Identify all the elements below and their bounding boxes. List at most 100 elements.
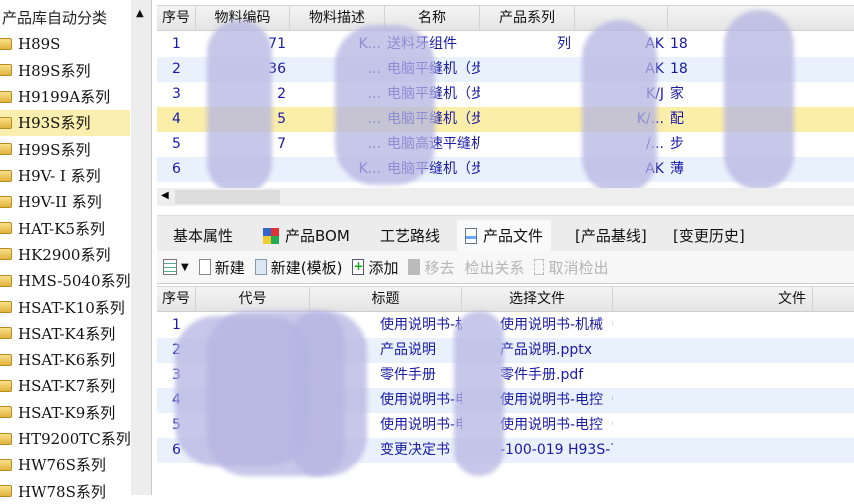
tree-item-label: HMS-5040系列 bbox=[18, 272, 131, 291]
table-cell: 3 bbox=[172, 86, 181, 102]
tree-item-label: HSAT-K9系列 bbox=[18, 403, 116, 422]
folder-icon bbox=[0, 143, 12, 156]
tab-1[interactable]: 产品BOM bbox=[255, 220, 358, 252]
table-cell bbox=[480, 57, 575, 82]
tree-item-label: HT9200TC系列 bbox=[18, 430, 131, 448]
tab-4[interactable]: [产品基线] bbox=[567, 220, 655, 252]
tree-item-label: HSAT-K4系列 bbox=[18, 324, 116, 343]
tree-item[interactable]: HK2900系列 bbox=[0, 241, 130, 267]
tree-item[interactable]: HW78S系列 bbox=[0, 478, 130, 504]
tree-item[interactable]: HAT-K5系列 bbox=[0, 215, 130, 241]
tab-bar: 基本属性 产品BOM 工艺路线 产品文件 [产品基线] [变更历史] bbox=[157, 215, 854, 252]
column-header[interactable]: 序号 bbox=[157, 287, 196, 312]
material-grid: 序号物料编码物料描述名称产品系列 171K...送料牙组件列AK18236...… bbox=[157, 0, 854, 195]
folder-icon bbox=[0, 64, 12, 77]
tree-item[interactable]: H9V-II 系列 bbox=[0, 189, 130, 215]
tree-item[interactable]: HMS-5040系列 bbox=[0, 268, 131, 294]
column-header[interactable]: 选择文件 bbox=[462, 287, 613, 312]
tab-label: 基本属性 bbox=[173, 227, 234, 245]
document-icon bbox=[198, 259, 211, 275]
tree-item[interactable]: HW76S系列 bbox=[0, 452, 130, 478]
table-cell: 5 bbox=[172, 136, 181, 152]
folder-icon bbox=[0, 90, 12, 103]
remove-label: 移去 bbox=[424, 258, 455, 277]
folder-icon bbox=[0, 222, 12, 235]
tree-item[interactable]: H99S系列 bbox=[0, 136, 130, 162]
add-document-icon: + bbox=[352, 259, 365, 275]
table-cell bbox=[480, 132, 575, 157]
folder-icon bbox=[0, 169, 12, 182]
column-header[interactable]: 代号 bbox=[196, 287, 310, 312]
remove-icon bbox=[408, 259, 421, 275]
folder-icon bbox=[0, 353, 12, 366]
folder-icon bbox=[0, 458, 12, 471]
checkout-relation-label: 检出关系 bbox=[464, 258, 525, 277]
table-cell: 6 bbox=[172, 161, 181, 177]
tree-item[interactable]: HSAT-K4系列 bbox=[0, 320, 130, 346]
tree-item-label: HSAT-K6系列 bbox=[18, 351, 116, 370]
tree-item-label: HK2900系列 bbox=[18, 245, 111, 264]
tab-label: 产品文件 bbox=[483, 227, 544, 245]
cancel-checkout-icon bbox=[534, 259, 545, 275]
tab-2[interactable]: 工艺路线 bbox=[372, 220, 448, 252]
table-cell bbox=[480, 157, 575, 182]
redacted-region bbox=[292, 311, 344, 476]
list-icon bbox=[163, 259, 177, 275]
column-header[interactable]: 产品系列 bbox=[480, 6, 575, 31]
file-icon bbox=[465, 228, 477, 244]
column-header[interactable]: 标题 bbox=[310, 287, 462, 312]
folder-icon bbox=[0, 485, 12, 498]
tree-item-label: HW78S系列 bbox=[18, 482, 106, 501]
new-template-button[interactable]: 新建(模板) bbox=[254, 257, 343, 278]
table-cell bbox=[480, 82, 575, 107]
redacted-region bbox=[335, 25, 435, 185]
tree-item[interactable]: H9199A系列 bbox=[0, 84, 130, 110]
tree-scrollbar[interactable]: ▲ bbox=[131, 0, 151, 495]
tab-label: 工艺路线 bbox=[380, 227, 441, 245]
scroll-left-icon[interactable]: ◀ bbox=[161, 190, 169, 201]
folder-icon bbox=[0, 379, 12, 392]
add-button[interactable]: + 添加 bbox=[352, 257, 398, 278]
tab-5[interactable]: [变更历史] bbox=[665, 220, 753, 252]
tree-item-label: H99S系列 bbox=[18, 140, 91, 159]
view-menu-button[interactable]: ▼ bbox=[163, 259, 189, 275]
tree-item[interactable]: H9V- I 系列 bbox=[0, 163, 130, 189]
table-cell: 2 bbox=[172, 61, 181, 77]
cancel-checkout-button[interactable]: 取消检出 bbox=[534, 257, 609, 278]
redacted-region bbox=[582, 20, 657, 195]
tab-label: [变更历史] bbox=[673, 227, 745, 245]
tree-item-label: H9199A系列 bbox=[18, 88, 111, 107]
tree-item-label: H89S系列 bbox=[18, 61, 91, 80]
folder-icon bbox=[0, 301, 12, 313]
new-button[interactable]: 新建 bbox=[198, 257, 245, 278]
tree-item[interactable]: HSAT-K7系列 bbox=[0, 373, 130, 399]
tree-item-label: H9V- I 系列 bbox=[18, 167, 101, 185]
tab-label: 产品BOM bbox=[285, 227, 350, 245]
checkout-relation-button[interactable]: 检出关系 bbox=[464, 257, 524, 278]
table-cell: 4 bbox=[172, 111, 181, 127]
new-template-label: 新建(模板) bbox=[270, 258, 343, 277]
remove-button[interactable]: 移去 bbox=[408, 257, 454, 278]
tree-item[interactable]: H89S bbox=[0, 31, 130, 57]
column-header[interactable]: 文件 bbox=[613, 287, 813, 312]
tree-item[interactable]: H89S系列 bbox=[0, 57, 130, 83]
tree-item[interactable]: HSAT-K9系列 bbox=[0, 399, 130, 425]
tree-item-label: HSAT-K7系列 bbox=[18, 377, 116, 396]
tree-item[interactable]: H93S系列 bbox=[0, 109, 130, 136]
redacted-region bbox=[207, 20, 272, 195]
folder-icon bbox=[0, 274, 12, 287]
tree-item[interactable]: HT9200TC系列 bbox=[0, 426, 131, 452]
folder-icon bbox=[0, 406, 12, 419]
tree-title: 产品库自动分类 bbox=[2, 9, 108, 27]
column-header[interactable]: 序号 bbox=[157, 6, 196, 31]
tree-item[interactable]: HSAT-K10系列 bbox=[0, 294, 130, 320]
file-grid: 序号代号标题选择文件文件 1使用说明书-机械（中...使用说明书-机械（中...… bbox=[157, 286, 854, 495]
horizontal-scrollbar[interactable]: ◀ bbox=[157, 188, 854, 206]
add-label: 添加 bbox=[368, 258, 399, 277]
table-cell: 1 bbox=[172, 36, 181, 52]
scroll-thumb[interactable] bbox=[175, 190, 280, 204]
tree-item[interactable]: HSAT-K6系列 bbox=[0, 347, 130, 373]
tab-3[interactable]: 产品文件 bbox=[457, 220, 552, 252]
tab-0[interactable]: 基本属性 bbox=[165, 220, 241, 252]
scroll-up-icon[interactable]: ▲ bbox=[136, 8, 144, 19]
